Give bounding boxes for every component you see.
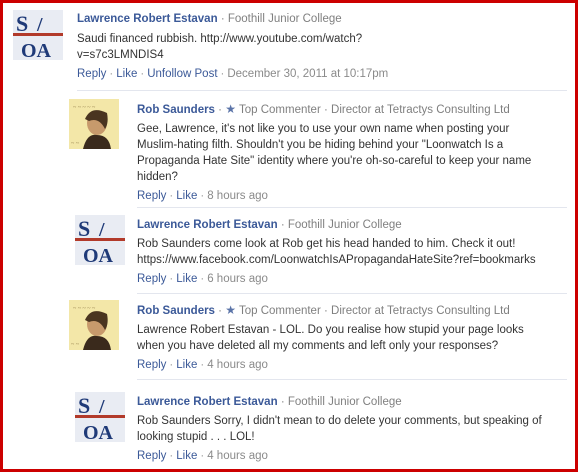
avatar[interactable]: S / OA [75,215,125,265]
timestamp[interactable]: December 30, 2011 at 10:17pm [227,68,388,80]
unfollow-post-button[interactable]: Unfollow Post [147,68,217,80]
star-icon: ★ [225,303,236,317]
soa-logo: S / OA [13,10,63,60]
divider [77,90,567,91]
reply-button[interactable]: Reply [77,68,106,80]
svg-text:~ ~ ~ ~ ~: ~ ~ ~ ~ ~ [73,105,96,111]
svg-text:OA: OA [83,422,114,442]
like-button[interactable]: Like [176,273,197,285]
divider [137,379,567,380]
author-affiliation: Director at Tetractys Consulting Ltd [331,104,510,116]
author-name[interactable]: Lawrence Robert Estavan [137,396,278,408]
comment-text: Gee, Lawrence, it's not like you to use … [137,123,532,183]
like-button[interactable]: Like [116,68,137,80]
reply-button[interactable]: Reply [137,450,166,462]
author-name[interactable]: Rob Saunders [137,305,215,317]
svg-text:~ ~: ~ ~ [71,342,80,348]
author-name[interactable]: Lawrence Robert Estavan [137,219,278,231]
reply-button[interactable]: Reply [137,190,166,202]
comment-thread-frame: S / OA Lawrence Robert Estavan · Foothil… [0,0,578,472]
avatar[interactable]: S / OA [13,10,63,60]
author-affiliation[interactable]: Foothill Junior College [228,13,342,25]
divider [137,293,567,294]
soa-logo: S / OA [75,392,125,442]
like-button[interactable]: Like [176,359,197,371]
comment-text: Rob Saunders come look at Rob get his he… [137,238,536,266]
author-affiliation: Foothill Junior College [287,219,402,231]
avatar[interactable]: ~ ~ ~ ~ ~ ~ ~ [69,300,119,350]
svg-text:S: S [78,393,90,418]
svg-text:/: / [98,219,105,241]
timestamp[interactable]: 8 hours ago [207,190,268,202]
top-commenter-badge: Top Commenter [238,104,321,116]
svg-text:~ ~: ~ ~ [71,141,80,147]
author-affiliation: Director at Tetractys Consulting Ltd [331,305,510,317]
soa-logo: S / OA [75,215,125,265]
portrait-image: ~ ~ ~ ~ ~ ~ ~ [69,300,119,350]
portrait-image: ~ ~ ~ ~ ~ ~ ~ [69,99,119,149]
author-affiliation: Foothill Junior College [287,396,402,408]
comment-text: Rob Saunders Sorry, I didn't mean to do … [137,415,542,443]
svg-text:~ ~ ~ ~ ~: ~ ~ ~ ~ ~ [73,306,96,312]
timestamp[interactable]: 4 hours ago [207,359,268,371]
author-name[interactable]: Rob Saunders [137,104,215,116]
like-button[interactable]: Like [176,450,197,462]
divider [137,207,567,208]
svg-text:S: S [16,11,28,36]
comment-text: Saudi financed rubbish. http://www.youtu… [77,33,363,61]
svg-text:/: / [98,396,105,418]
timestamp[interactable]: 6 hours ago [207,273,268,285]
svg-text:/: / [36,14,43,36]
svg-text:OA: OA [83,245,114,265]
author-name[interactable]: Lawrence Robert Estavan [77,13,218,25]
svg-text:S: S [78,216,90,241]
timestamp[interactable]: 4 hours ago [207,450,268,462]
top-commenter-badge: Top Commenter [238,305,321,317]
svg-text:OA: OA [21,40,52,60]
reply-button[interactable]: Reply [137,359,166,371]
comment-text: Lawrence Robert Estavan - LOL. Do you re… [137,324,524,352]
like-button[interactable]: Like [176,190,197,202]
star-icon: ★ [225,102,236,116]
avatar[interactable]: S / OA [75,392,125,442]
avatar[interactable]: ~ ~ ~ ~ ~ ~ ~ [69,99,119,149]
reply-button[interactable]: Reply [137,273,166,285]
